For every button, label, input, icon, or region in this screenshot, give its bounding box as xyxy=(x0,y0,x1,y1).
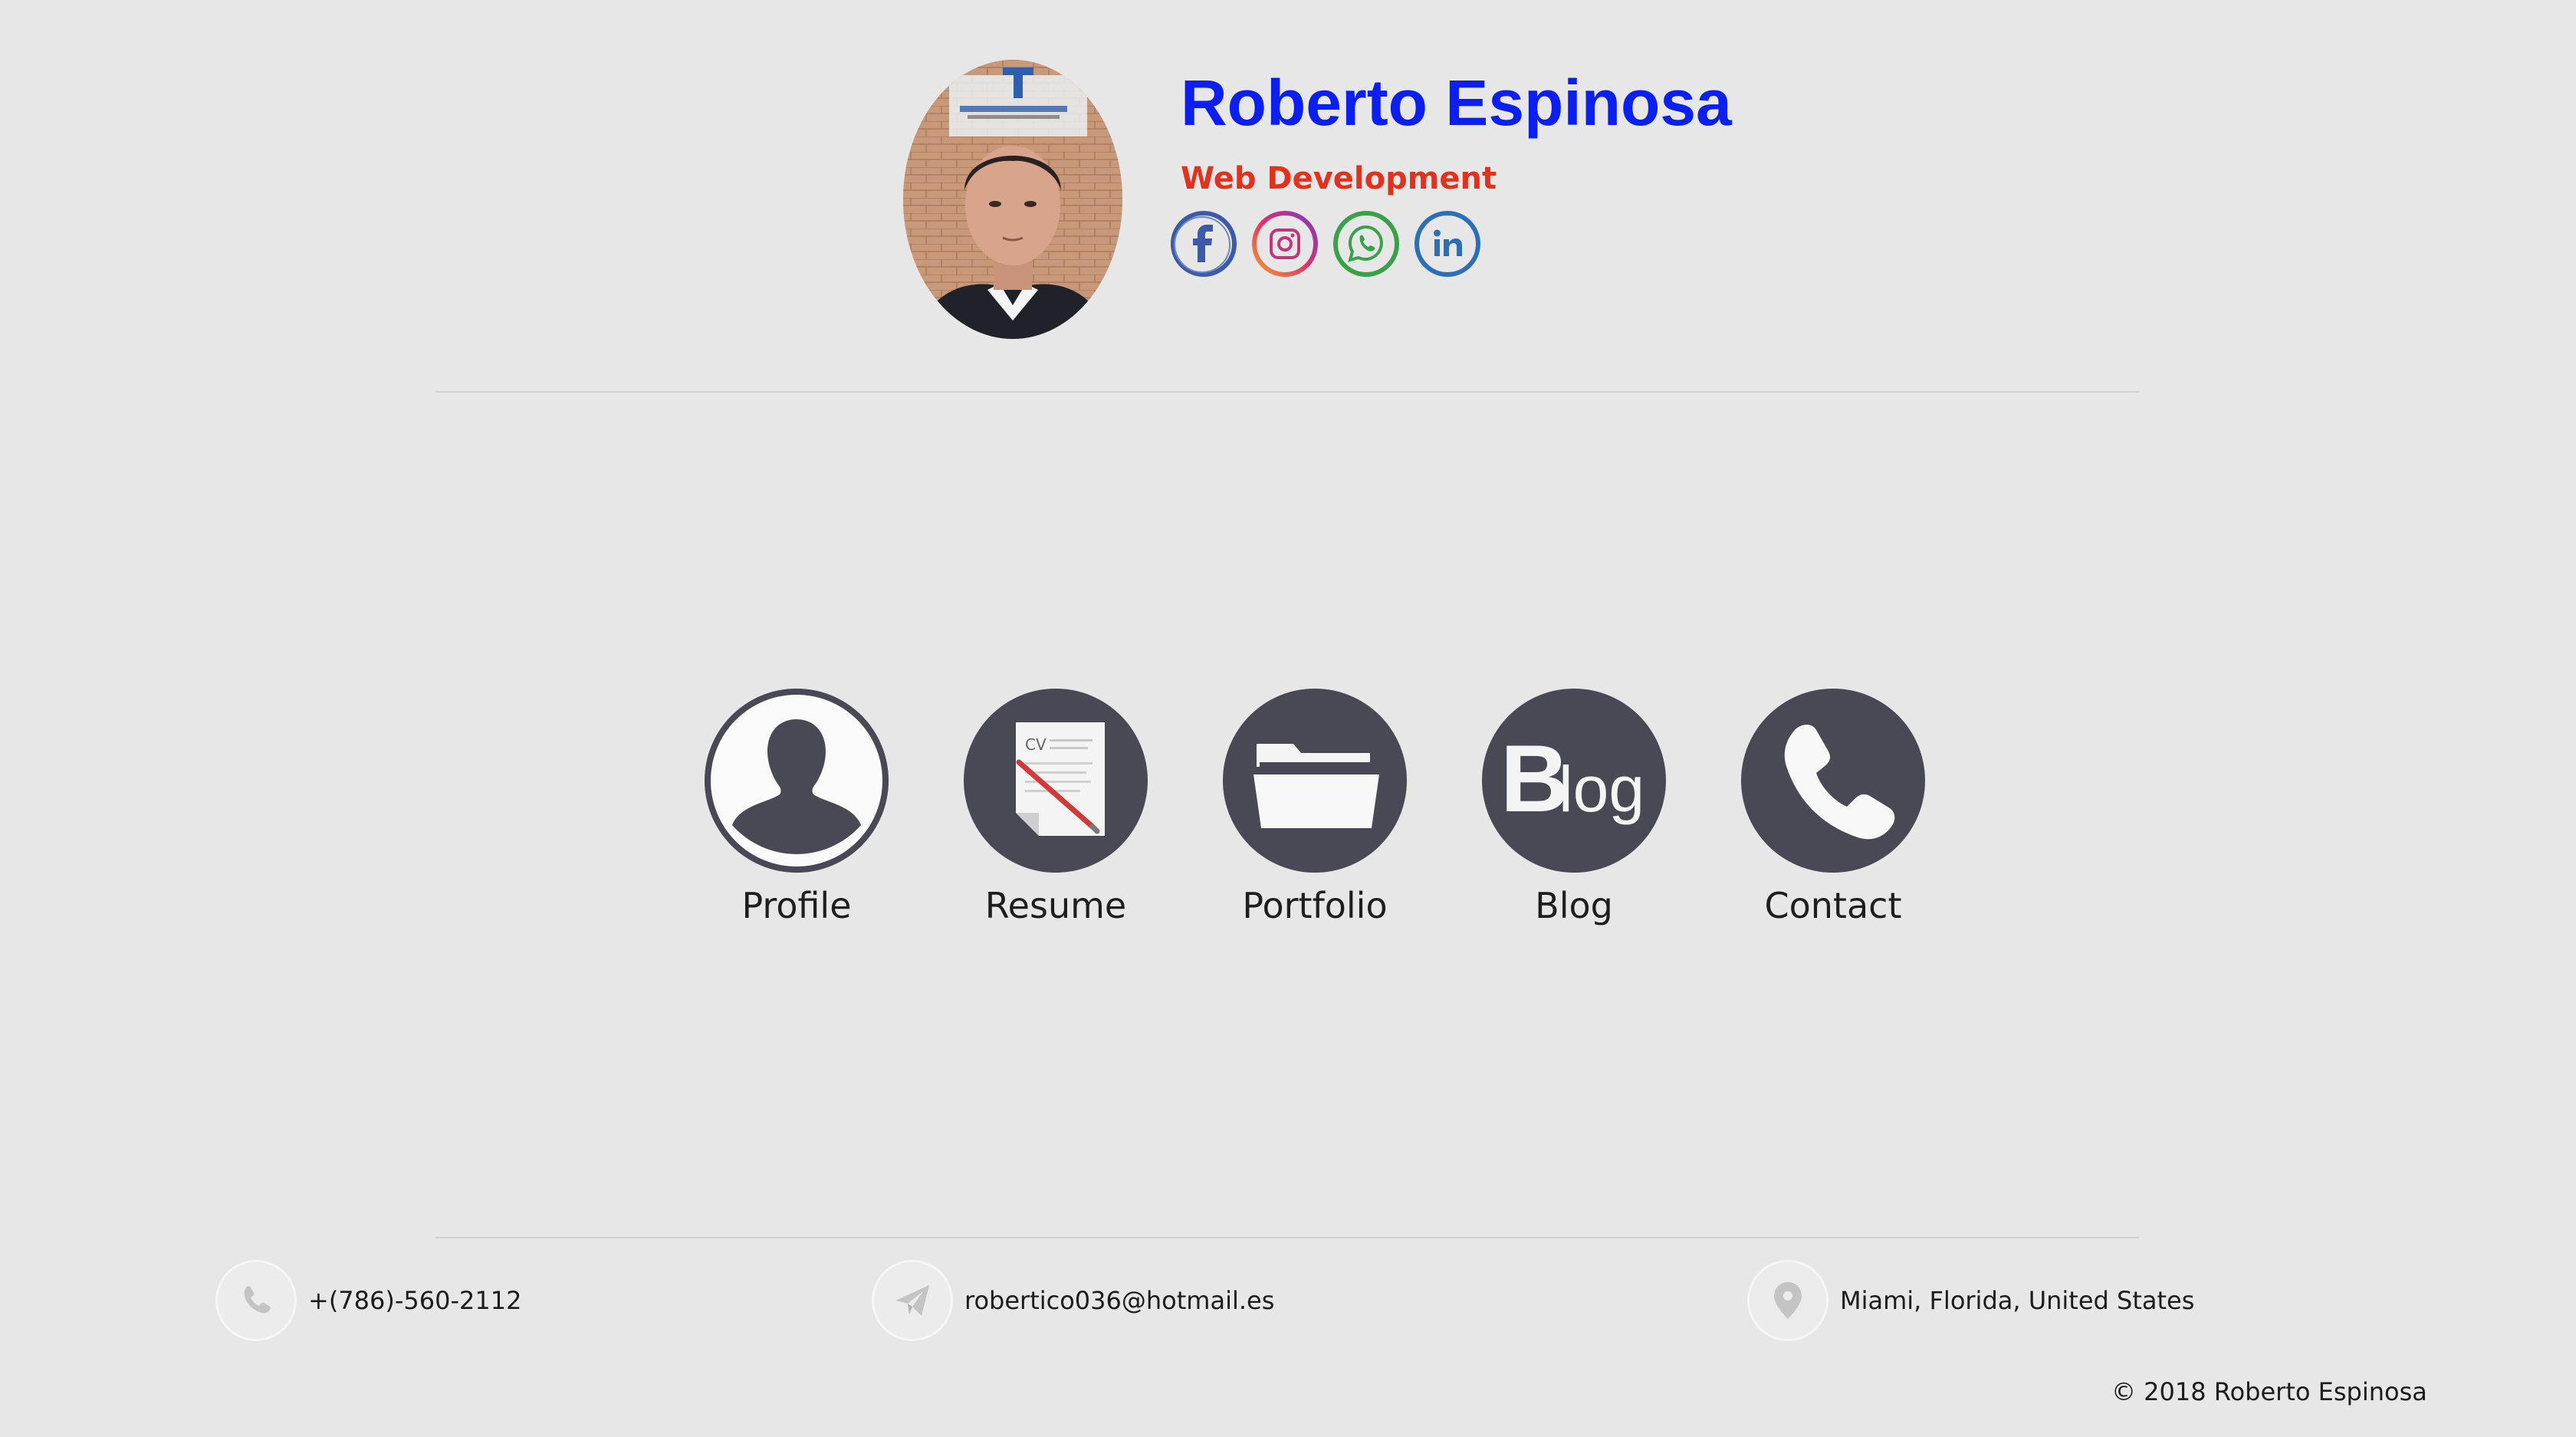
nav-profile[interactable]: Profile xyxy=(667,689,926,926)
social-links xyxy=(1168,209,1483,279)
whatsapp-link[interactable] xyxy=(1331,209,1401,279)
footer-phone: +(786)-560-2112 xyxy=(218,1262,521,1339)
main-navigation: Profile CV Resume Portfolio B log Blog C… xyxy=(667,689,1963,926)
blog-logo-icon: B log xyxy=(1482,689,1666,873)
copyright: © 2018 Roberto Espinosa xyxy=(2111,1377,2427,1406)
folder-icon xyxy=(1223,689,1407,873)
svg-text:log: log xyxy=(1559,753,1644,825)
nav-blog[interactable]: B log Blog xyxy=(1444,689,1704,926)
cv-document-icon: CV xyxy=(964,689,1148,873)
divider-bottom xyxy=(435,1237,2139,1238)
avatar-photo xyxy=(903,60,1122,339)
whatsapp-icon xyxy=(1333,211,1399,277)
svg-text:CV: CV xyxy=(1025,735,1046,754)
page: Roberto Espinosa Web Development Profile… xyxy=(0,0,2576,1437)
divider-top xyxy=(435,391,2139,393)
facebook-icon xyxy=(1171,211,1237,277)
nav-resume[interactable]: CV Resume xyxy=(926,689,1185,926)
subtitle: Web Development xyxy=(1181,161,1497,196)
map-pin-icon xyxy=(1750,1262,1826,1339)
nav-contact-label: Contact xyxy=(1764,885,1902,926)
paper-plane-icon xyxy=(874,1262,951,1339)
nav-contact[interactable]: Contact xyxy=(1704,689,1963,926)
nav-profile-label: Profile xyxy=(741,885,852,926)
page-title: Roberto Espinosa xyxy=(1181,67,1732,139)
user-silhouette-icon xyxy=(705,689,889,873)
instagram-link[interactable] xyxy=(1250,209,1320,279)
linkedin-icon xyxy=(1414,211,1480,277)
phone-icon xyxy=(218,1262,294,1339)
linkedin-link[interactable] xyxy=(1412,209,1483,279)
instagram-icon xyxy=(1252,211,1318,277)
nav-portfolio-label: Portfolio xyxy=(1242,885,1388,926)
phone-number[interactable]: +(786)-560-2112 xyxy=(308,1286,521,1315)
footer-email: robertico036@hotmail.es xyxy=(874,1262,1274,1339)
footer-location: Miami, Florida, United States xyxy=(1750,1262,2194,1339)
nav-portfolio[interactable]: Portfolio xyxy=(1185,689,1444,926)
nav-resume-label: Resume xyxy=(984,885,1127,926)
location-text: Miami, Florida, United States xyxy=(1840,1286,2195,1315)
avatar xyxy=(903,60,1122,339)
facebook-link[interactable] xyxy=(1168,209,1239,279)
nav-blog-label: Blog xyxy=(1535,885,1613,926)
email-address[interactable]: robertico036@hotmail.es xyxy=(964,1286,1274,1315)
phone-icon xyxy=(1741,689,1925,873)
